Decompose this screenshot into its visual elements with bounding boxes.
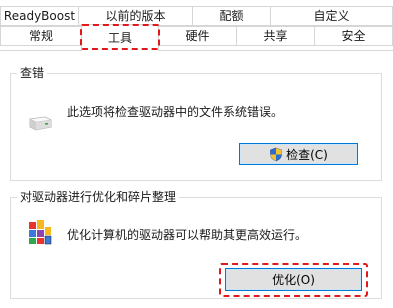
optimize-group: 对驱动器进行优化和碎片整理 优化计算机的驱动器可以帮助其更高效运行。 优化(O) — [10, 189, 382, 299]
optimize-title: 对驱动器进行优化和碎片整理 — [17, 189, 180, 205]
check-button[interactable]: 检查(C) — [239, 143, 358, 165]
check-button-label: 检查(C) — [286, 147, 328, 162]
tab-tools[interactable]: 工具 — [81, 24, 159, 51]
optimize-button-label: 优化(O) — [272, 273, 315, 287]
tab-sharing[interactable]: 共享 — [236, 26, 315, 46]
tab-quota[interactable]: 配额 — [192, 6, 271, 26]
tab-security[interactable]: 安全 — [314, 26, 393, 46]
tab-hardware[interactable]: 硬件 — [158, 26, 237, 46]
optimize-description: 优化计算机的驱动器可以帮助其更高效运行。 — [67, 228, 308, 242]
error-checking-group: 查错 此选项将检查驱动器中的文件系统错误。 检查(C) — [10, 65, 382, 181]
tab-previous-versions[interactable]: 以前的版本 — [78, 6, 193, 26]
drive-icon — [28, 116, 53, 131]
tab-general[interactable]: 常规 — [0, 26, 82, 46]
error-checking-description: 此选项将检查驱动器中的文件系统错误。 — [67, 105, 284, 119]
tab-customize[interactable]: 自定义 — [270, 6, 393, 26]
tools-panel: 查错 此选项将检查驱动器中的文件系统错误。 检查(C) 对驱动器进行优化和碎片整… — [0, 50, 393, 308]
error-checking-title: 查错 — [17, 65, 48, 81]
uac-shield-icon — [270, 147, 282, 161]
optimize-button[interactable]: 优化(O) — [225, 268, 362, 291]
tab-readyboost[interactable]: ReadyBoost — [0, 6, 79, 26]
defrag-icon — [29, 220, 52, 245]
